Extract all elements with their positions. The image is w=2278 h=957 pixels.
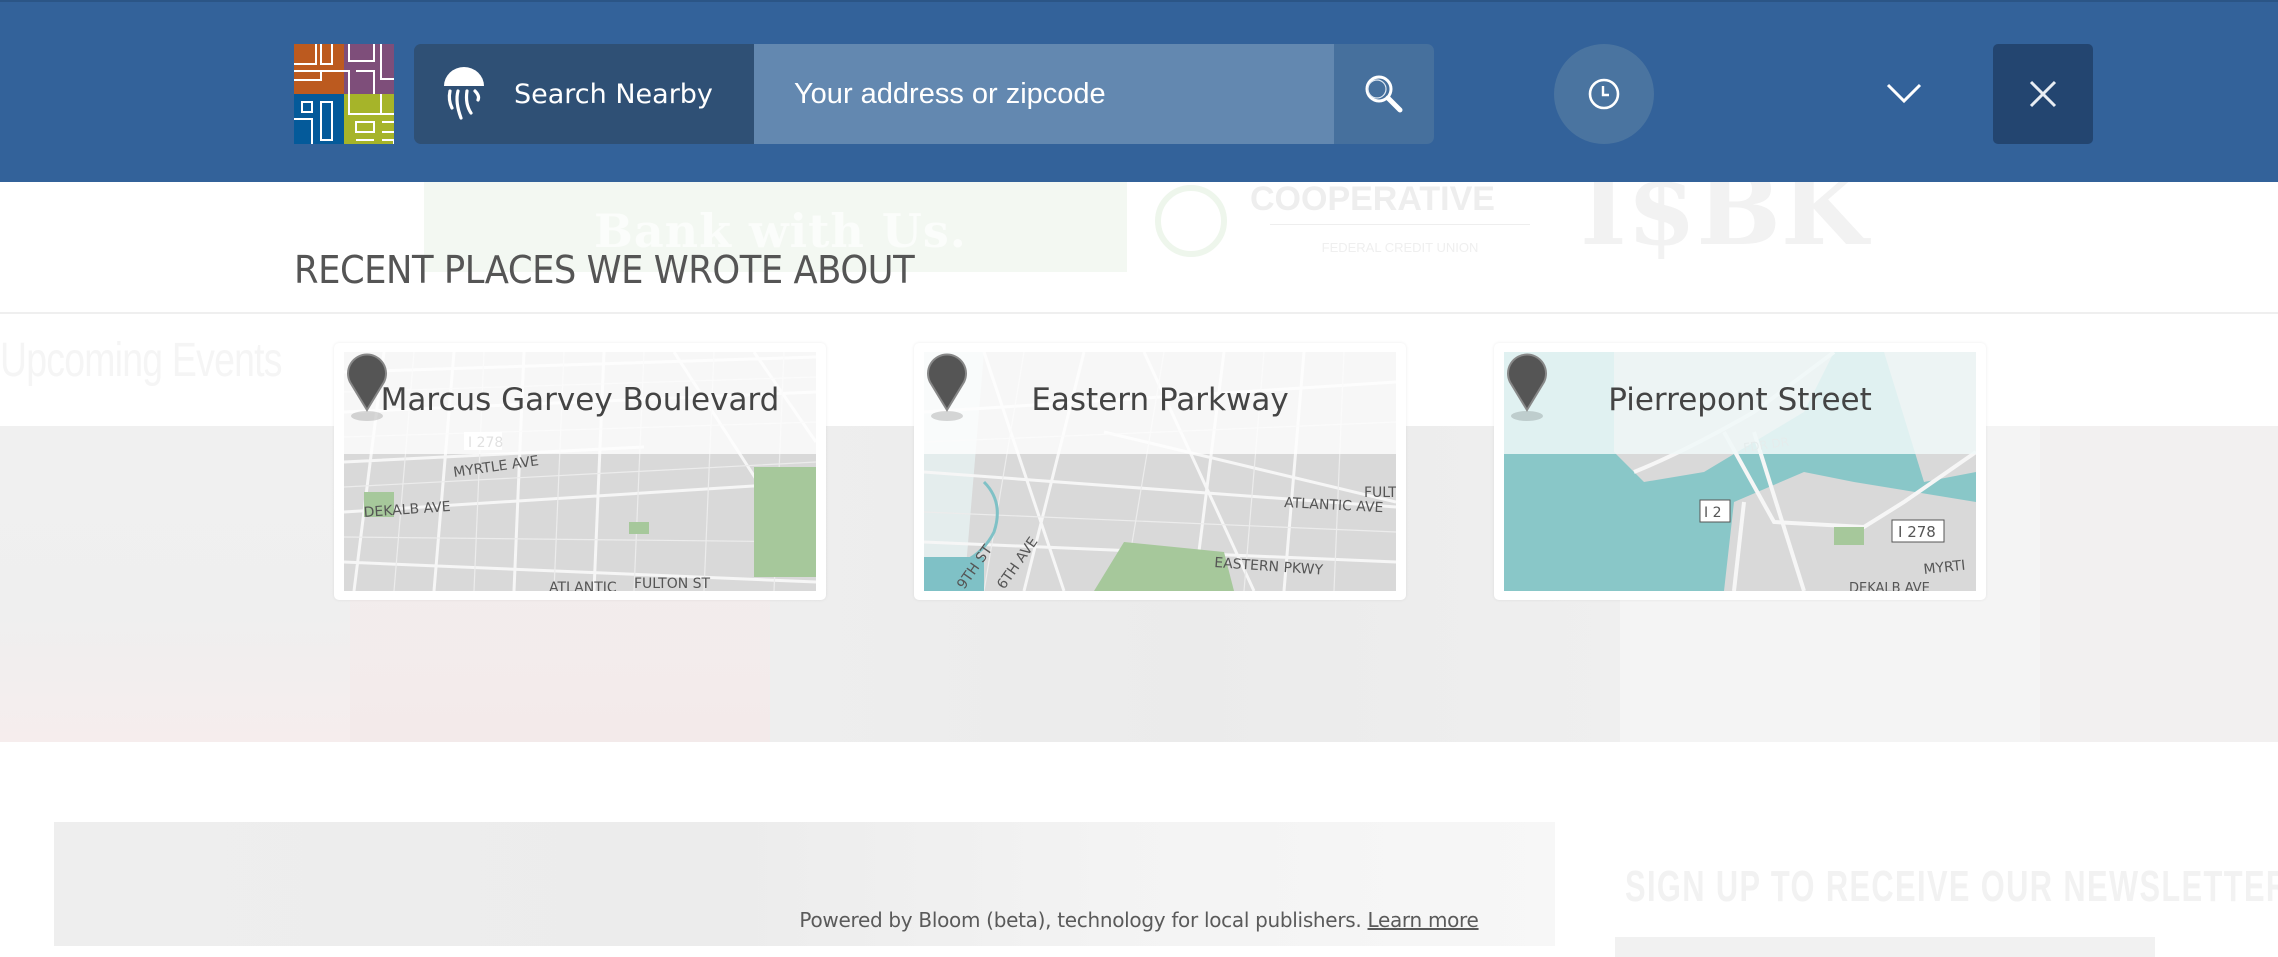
bg-newsletter-title: SIGN UP TO RECEIVE OUR NEWSLETTER <box>1625 862 2278 911</box>
place-card[interactable]: I 278 MYRTLE AVE DEKALB AVE FULTON ST AT… <box>334 343 826 600</box>
learn-more-link[interactable]: Learn more <box>1367 908 1478 932</box>
place-title: Eastern Parkway <box>1031 382 1289 418</box>
bg-coop-subtitle: FEDERAL CREDIT UNION <box>1270 224 1530 265</box>
place-map: I 2 I 278 MYRTI DEKALB AVE FDR DR Pierre… <box>1504 352 1976 591</box>
svg-text:I 2: I 2 <box>1704 505 1722 521</box>
expand-button[interactable] <box>1874 64 1934 124</box>
place-map: ATLANTIC AVE FULTO EASTERN PKWY 6TH AVE … <box>924 352 1396 591</box>
place-map: I 278 MYRTLE AVE DEKALB AVE FULTON ST AT… <box>344 352 816 591</box>
svg-text:DEKALB AVE: DEKALB AVE <box>1849 581 1930 591</box>
map-pin-icon <box>347 353 387 421</box>
svg-text:FULTO: FULTO <box>1364 485 1396 501</box>
bg-coop-logo-icon <box>1155 185 1227 257</box>
place-title: Pierrepont Street <box>1608 382 1872 418</box>
bg-event-image <box>0 426 350 742</box>
chevron-down-icon <box>1886 83 1922 104</box>
footer-text: Powered by Bloom (beta), technology for … <box>799 908 1362 932</box>
close-icon <box>2029 80 2057 108</box>
search-bar: Search Nearby <box>414 44 1434 144</box>
place-card[interactable]: I 2 I 278 MYRTI DEKALB AVE FDR DR Pierre… <box>1494 343 1986 600</box>
svg-text:FULTON ST: FULTON ST <box>634 576 711 591</box>
map-pin-icon <box>927 353 967 421</box>
bg-events-title: Upcoming Events <box>0 334 282 387</box>
bg-coop-name: COOPERATIVE <box>1250 180 1495 218</box>
search-header: Search Nearby <box>0 0 2278 182</box>
bg-event-image <box>2040 426 2278 742</box>
place-title: Marcus Garvey Boulevard <box>380 382 780 418</box>
search-icon <box>1365 75 1403 113</box>
svg-text:ATLANTIC: ATLANTIC <box>549 580 617 591</box>
search-nearby-label: Search Nearby <box>514 78 713 110</box>
search-button[interactable] <box>1334 44 1434 144</box>
bg-coop-logo: COOPERATIVE FEDERAL CREDIT UNION <box>1250 182 1530 265</box>
recent-searches-button[interactable] <box>1554 44 1654 144</box>
place-card[interactable]: ATLANTIC AVE FULTO EASTERN PKWY 6TH AVE … <box>914 343 1406 600</box>
map-pin-icon <box>1507 353 1547 421</box>
close-button[interactable] <box>1993 44 2093 144</box>
section-divider <box>0 312 2278 314</box>
site-logo[interactable] <box>294 44 394 144</box>
section-title: RECENT PLACES WE WROTE ABOUT <box>294 248 915 292</box>
bg-newsletter-input <box>1615 937 2155 957</box>
footer: Powered by Bloom (beta), technology for … <box>0 908 2278 932</box>
address-input[interactable] <box>754 44 1334 144</box>
search-nearby-button[interactable]: Search Nearby <box>414 44 754 144</box>
svg-text:I 278: I 278 <box>1898 523 1936 541</box>
clock-icon <box>1588 78 1620 110</box>
jellyfish-icon <box>444 67 484 120</box>
